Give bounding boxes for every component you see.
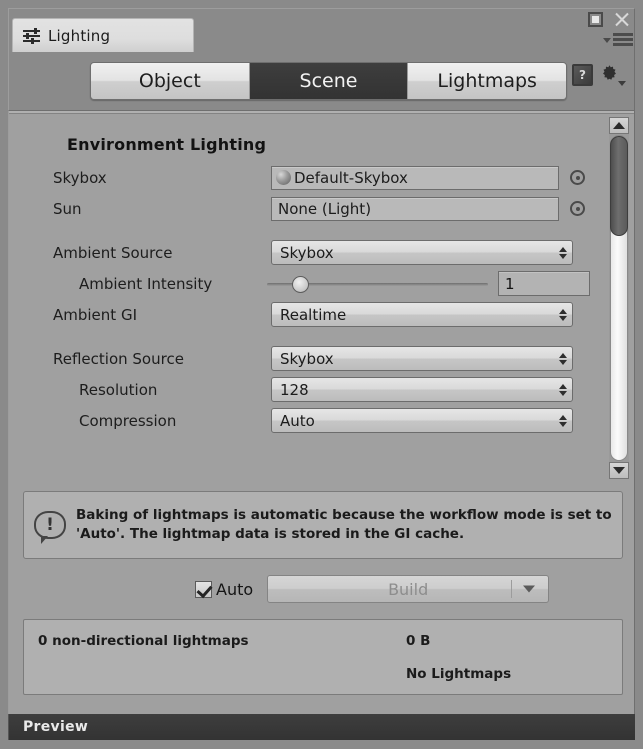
label-resolution: Resolution	[79, 380, 158, 399]
info-glyph: !	[46, 514, 54, 535]
scroll-up-button[interactable]	[609, 117, 629, 134]
dropdown-ambient-source[interactable]: Skybox	[271, 240, 573, 265]
window-menu-button[interactable]	[603, 33, 633, 48]
dropdown-ambient-source-value: Skybox	[280, 243, 334, 262]
material-sphere-icon	[276, 170, 291, 185]
label-ambient-source: Ambient Source	[53, 243, 173, 262]
label-sun: Sun	[53, 199, 82, 218]
triangle-up-icon	[613, 122, 625, 129]
build-button-label: Build	[388, 579, 429, 599]
label-compression: Compression	[79, 411, 177, 430]
row-skybox: Skybox Default-Skybox	[9, 162, 601, 193]
hamburger-menu-icon	[613, 33, 633, 48]
input-ambient-intensity-value: 1	[505, 274, 515, 293]
window-titlebar: Lighting	[0, 0, 643, 52]
object-picker-icon-sun[interactable]	[570, 201, 585, 216]
info-message-box: ! Baking of lightmaps is automatic becau…	[23, 491, 623, 559]
lighting-window: Lighting Object Scene Lightmaps ? Enviro…	[0, 0, 643, 749]
chevron-updown-icon	[559, 245, 568, 261]
help-glyph: ?	[579, 68, 586, 82]
tab-object[interactable]: Object	[91, 63, 250, 99]
build-button[interactable]: Build	[267, 575, 550, 603]
dropdown-resolution-value: 128	[280, 380, 309, 399]
build-row: Auto Build	[9, 571, 636, 607]
field-sun[interactable]: None (Light)	[271, 196, 559, 221]
help-book-icon[interactable]: ?	[572, 64, 593, 86]
lightmap-status-text: No Lightmaps	[406, 666, 512, 682]
lightmap-size-text: 0 B	[406, 633, 431, 649]
lighting-panel: Environment Lighting Skybox Default-Skyb…	[8, 110, 635, 714]
field-sun-value: None (Light)	[278, 199, 372, 218]
gear-icon	[603, 65, 616, 80]
row-reflection-source: Reflection Source Skybox	[9, 343, 601, 374]
chevron-updown-icon	[559, 307, 568, 323]
vertical-scrollbar[interactable]	[609, 117, 629, 479]
label-reflection-source: Reflection Source	[53, 349, 184, 368]
lighting-toolbar: Object Scene Lightmaps ?	[8, 52, 635, 110]
section-title-environment-lighting: Environment Lighting	[67, 135, 267, 154]
dropdown-reflection-source-value: Skybox	[280, 349, 334, 368]
toolbar-icons: ?	[572, 64, 626, 88]
sliders-icon	[23, 28, 40, 44]
tab-lightmaps[interactable]: Lightmaps	[408, 63, 566, 99]
tab-lighting-label: Lighting	[48, 26, 111, 45]
field-skybox-value: Default-Skybox	[294, 168, 408, 187]
label-ambient-intensity: Ambient Intensity	[79, 274, 213, 293]
info-bubble-icon: !	[34, 511, 66, 544]
chevron-updown-icon	[559, 413, 568, 429]
settings-scroll-area[interactable]: Environment Lighting Skybox Default-Skyb…	[9, 115, 636, 481]
maximize-icon[interactable]	[588, 11, 603, 27]
build-separator	[511, 580, 513, 598]
chevron-updown-icon	[559, 351, 568, 367]
slider-handle[interactable]	[292, 275, 309, 293]
dropdown-ambient-gi-value: Realtime	[280, 305, 347, 324]
row-ambient-gi: Ambient GI Realtime	[9, 299, 601, 330]
row-sun: Sun None (Light)	[9, 193, 601, 224]
auto-checkbox[interactable]	[195, 580, 212, 598]
slider-ambient-intensity[interactable]	[265, 273, 490, 295]
mode-tab-group: Object Scene Lightmaps	[90, 62, 567, 100]
lightmap-count-text: 0 non-directional lightmaps	[38, 633, 249, 649]
input-ambient-intensity[interactable]: 1	[498, 271, 590, 296]
tab-scene[interactable]: Scene	[249, 63, 409, 99]
caret-down-icon	[618, 81, 626, 86]
window-controls	[588, 10, 631, 28]
panel-separator	[9, 111, 634, 114]
row-compression: Compression Auto	[9, 405, 601, 436]
settings-content: Environment Lighting Skybox Default-Skyb…	[9, 115, 601, 436]
dropdown-reflection-source[interactable]: Skybox	[271, 346, 573, 371]
caret-down-icon[interactable]	[523, 585, 536, 593]
row-ambient-source: Ambient Source Skybox	[9, 237, 601, 268]
caret-down-icon	[603, 38, 611, 43]
auto-label: Auto	[216, 579, 254, 599]
field-skybox[interactable]: Default-Skybox	[271, 165, 559, 190]
row-resolution: Resolution 128	[9, 374, 601, 405]
dropdown-resolution[interactable]: 128	[271, 377, 573, 402]
tab-lighting[interactable]: Lighting	[12, 18, 194, 52]
label-ambient-gi: Ambient GI	[53, 305, 137, 324]
dropdown-ambient-gi[interactable]: Realtime	[271, 302, 573, 327]
scroll-down-button[interactable]	[609, 462, 629, 479]
preview-label: Preview	[23, 719, 89, 735]
window-bottom-edge	[0, 740, 643, 749]
object-picker-icon-skybox[interactable]	[570, 170, 585, 185]
info-message-text: Baking of lightmaps is automatic because…	[76, 506, 612, 542]
label-skybox: Skybox	[53, 168, 107, 187]
triangle-down-icon	[613, 467, 625, 474]
scrollbar-thumb[interactable]	[610, 136, 628, 236]
dropdown-compression-value: Auto	[280, 411, 315, 430]
preview-bar[interactable]: Preview	[8, 714, 635, 740]
chevron-updown-icon	[559, 382, 568, 398]
close-icon[interactable]	[613, 10, 631, 28]
dropdown-compression[interactable]: Auto	[271, 408, 573, 433]
lightmap-stats-box: 0 non-directional lightmaps 0 B No Light…	[23, 619, 623, 695]
settings-button[interactable]	[600, 64, 626, 88]
row-ambient-intensity: Ambient Intensity 1	[9, 268, 601, 299]
